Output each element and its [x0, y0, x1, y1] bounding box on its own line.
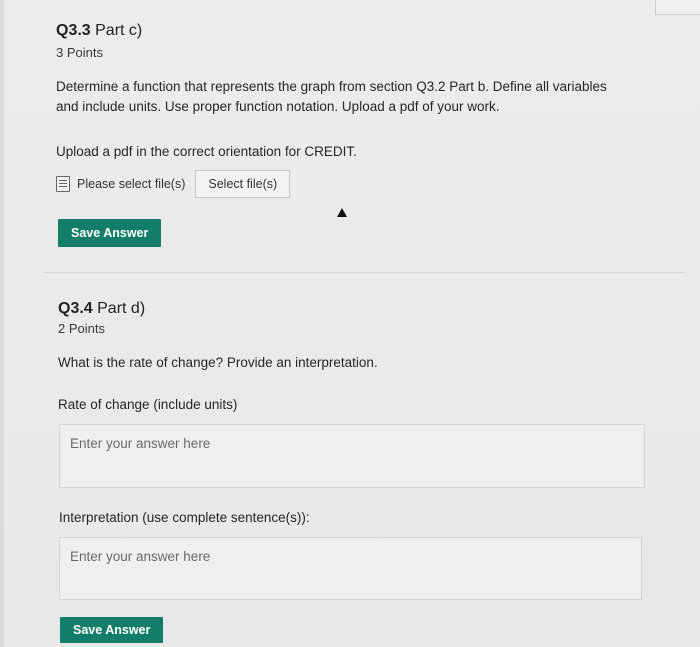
q34-field2-label: Interpretation (use complete sentence(s)…: [59, 510, 310, 525]
q33-title-part: Part c): [90, 22, 143, 39]
q33-title: Q3.3 Part c): [56, 22, 142, 40]
q33-upload-row: Please select file(s) Select file(s): [56, 170, 291, 198]
q33-save-answer-button[interactable]: Save Answer: [58, 219, 162, 247]
q34-field1-label: Rate of change (include units): [58, 397, 238, 412]
q33-upload-instruction: Upload a pdf in the correct orientation …: [56, 144, 357, 159]
q34-title: Q3.4 Part d): [58, 300, 145, 318]
file-icon: [56, 176, 70, 192]
q33-prompt-line2: and include units. Use proper function n…: [56, 99, 500, 114]
q34-prompt: What is the rate of change? Provide an i…: [58, 355, 378, 370]
q33-prompt-line1: Determine a function that represents the…: [56, 79, 607, 94]
q34-points: 2 Points: [58, 321, 105, 336]
interpretation-input[interactable]: [59, 537, 642, 600]
q34-title-part: Part d): [92, 300, 146, 317]
rate-of-change-input[interactable]: [59, 424, 645, 488]
q33-prompt: Determine a function that represents the…: [56, 77, 607, 117]
q33-title-number: Q3.3: [56, 22, 91, 39]
q34-save-answer-button[interactable]: Save Answer: [60, 617, 164, 643]
corner-box: [655, 0, 700, 15]
select-files-button[interactable]: Select file(s): [195, 170, 291, 198]
section-divider: [43, 272, 686, 273]
mouse-cursor-icon: [337, 208, 347, 217]
q33-points: 3 Points: [56, 45, 103, 60]
q33-file-placeholder: Please select file(s): [77, 177, 186, 191]
page-edge: [0, 0, 4, 647]
q34-title-number: Q3.4: [58, 300, 93, 317]
